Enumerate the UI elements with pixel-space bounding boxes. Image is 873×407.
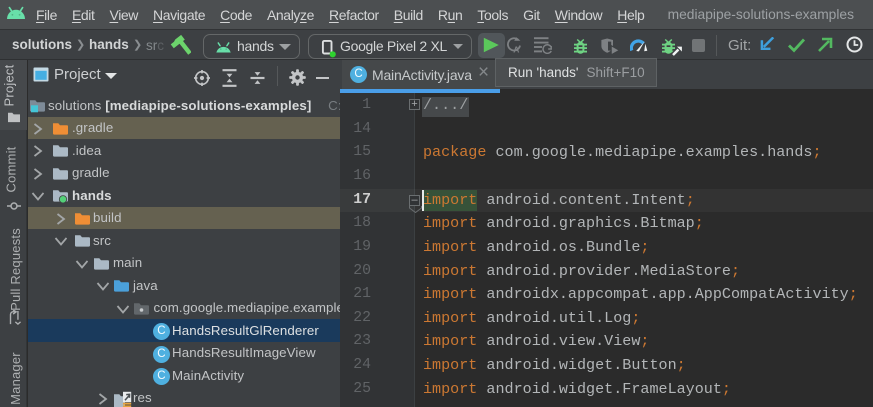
- svg-text:A: A: [513, 45, 519, 55]
